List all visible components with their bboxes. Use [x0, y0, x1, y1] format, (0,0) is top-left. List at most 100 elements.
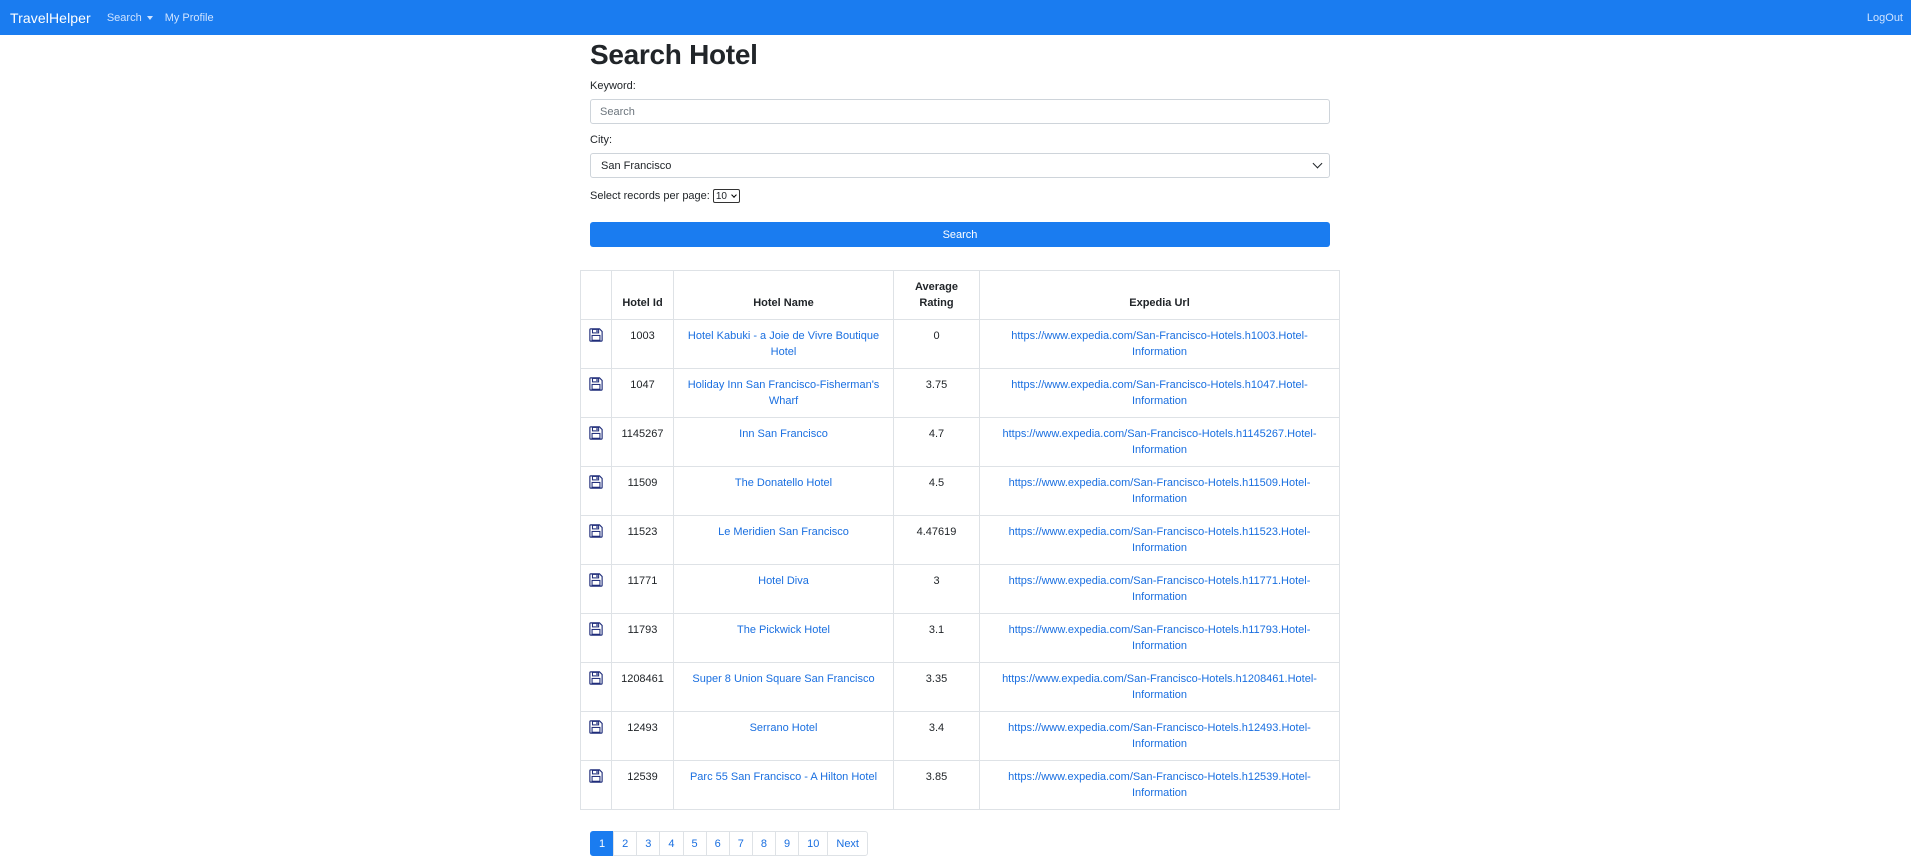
caret-down-icon: [146, 15, 153, 20]
header-save: [580, 270, 612, 320]
hotel-name-link[interactable]: The Pickwick Hotel: [673, 613, 894, 663]
hotel-id-cell: 1145267: [611, 417, 674, 467]
save-cell: [580, 417, 612, 467]
city-label: City:: [590, 134, 612, 146]
page-5-button[interactable]: 5: [682, 831, 707, 856]
save-cell: [580, 613, 612, 663]
table-header-row: Hotel Id Hotel Name Average Rating Exped…: [580, 270, 1340, 320]
hotel-name-link[interactable]: Serrano Hotel: [673, 711, 894, 761]
page-3-button[interactable]: 3: [636, 831, 661, 856]
table-row: 12539 Parc 55 San Francisco - A Hilton Ho…: [580, 760, 1340, 810]
search-form: Search Hotel Keyword: Search City: San F…: [590, 35, 1330, 247]
header-hotel-name: Hotel Name: [673, 270, 894, 320]
expedia-url-link[interactable]: https://www.expedia.com/San-Francisco-Ho…: [979, 319, 1340, 369]
header-expedia-url: Expedia Url: [979, 270, 1340, 320]
page-4-button[interactable]: 4: [659, 831, 684, 856]
table-row: 1047 Holiday Inn San Francisco-Fisherman'…: [580, 368, 1340, 418]
hotel-id-cell: 11523: [611, 515, 674, 565]
save-icon[interactable]: [589, 377, 603, 391]
hotel-name-link[interactable]: Hotel Diva: [673, 564, 894, 614]
page-7-button[interactable]: 7: [728, 831, 753, 856]
average-rating-cell: 3.4: [893, 711, 980, 761]
my-profile-link[interactable]: My Profile: [165, 12, 214, 24]
search-button[interactable]: Search: [590, 222, 1330, 247]
save-icon[interactable]: [589, 622, 603, 636]
records-per-page-select[interactable]: 10: [712, 189, 740, 203]
expedia-url-link[interactable]: https://www.expedia.com/San-Francisco-Ho…: [979, 368, 1340, 418]
save-cell: [580, 368, 612, 418]
page-8-button[interactable]: 8: [751, 831, 776, 856]
expedia-url-link[interactable]: https://www.expedia.com/San-Francisco-Ho…: [979, 613, 1340, 663]
save-cell: [580, 760, 612, 810]
table-row: 11523 Le Meridien San Francisco 4.47619 htt…: [580, 515, 1340, 565]
table-row: 11771 Hotel Diva 3 https://www.expedia.com/…: [580, 564, 1340, 614]
hotel-name-link[interactable]: The Donatello Hotel: [673, 466, 894, 516]
keyword-input[interactable]: Search: [590, 99, 1330, 124]
logout-link[interactable]: LogOut: [1867, 0, 1903, 35]
hotel-name-link[interactable]: Hotel Kabuki - a Joie de Vivre Boutique …: [673, 319, 894, 369]
save-cell: [580, 515, 612, 565]
expedia-url-link[interactable]: https://www.expedia.com/San-Francisco-Ho…: [979, 760, 1340, 810]
save-icon[interactable]: [589, 720, 603, 734]
average-rating-cell: 4.5: [893, 466, 980, 516]
hotel-name-link[interactable]: Parc 55 San Francisco - A Hilton Hotel: [673, 760, 894, 810]
hotel-id-cell: 1003: [611, 319, 674, 369]
page-6-button[interactable]: 6: [705, 831, 730, 856]
hotel-id-cell: 11793: [611, 613, 674, 663]
city-select[interactable]: San Francisco: [590, 153, 1330, 178]
hotel-id-cell: 12493: [611, 711, 674, 761]
table-row: 11509 The Donatello Hotel 4.5 https://www.e…: [580, 466, 1340, 516]
expedia-url-link[interactable]: https://www.expedia.com/San-Francisco-Ho…: [979, 564, 1340, 614]
records-per-page-label: Select records per page:: [590, 190, 710, 202]
hotel-id-cell: 1047: [611, 368, 674, 418]
save-icon[interactable]: [589, 524, 603, 538]
hotel-results-table: Hotel Id Hotel Name Average Rating Exped…: [580, 270, 1340, 810]
average-rating-cell: 4.7: [893, 417, 980, 467]
table-row: 1003 Hotel Kabuki - a Joie de Vivre Bouti…: [580, 319, 1340, 369]
header-hotel-id: Hotel Id: [611, 270, 674, 320]
hotel-id-cell: 11509: [611, 466, 674, 516]
save-icon[interactable]: [589, 573, 603, 587]
average-rating-cell: 3.1: [893, 613, 980, 663]
page-10-button[interactable]: 10: [798, 831, 829, 856]
expedia-url-link[interactable]: https://www.expedia.com/San-Francisco-Ho…: [979, 711, 1340, 761]
city-select-value: San Francisco: [590, 153, 1330, 178]
average-rating-cell: 3.35: [893, 662, 980, 712]
next-page-button[interactable]: Next: [827, 831, 868, 856]
keyword-label: Keyword:: [590, 80, 636, 92]
save-cell: [580, 564, 612, 614]
expedia-url-link[interactable]: https://www.expedia.com/San-Francisco-Ho…: [979, 662, 1340, 712]
expedia-url-link[interactable]: https://www.expedia.com/San-Francisco-Ho…: [979, 515, 1340, 565]
records-per-page: Select records per page: 10: [590, 189, 1330, 203]
hotel-name-link[interactable]: Super 8 Union Square San Francisco: [673, 662, 894, 712]
table-row: 1145267 Inn San Francisco 4.7 https://www.e…: [580, 417, 1340, 467]
hotel-name-link[interactable]: Inn San Francisco: [673, 417, 894, 467]
average-rating-cell: 3: [893, 564, 980, 614]
page-2-button[interactable]: 2: [613, 831, 638, 856]
save-icon[interactable]: [589, 671, 603, 685]
save-cell: [580, 662, 612, 712]
page-9-button[interactable]: 9: [775, 831, 800, 856]
pagination: 1 2 3 4 5 6 7 8 9 10 Next: [590, 831, 868, 856]
chevron-down-icon: [731, 192, 737, 198]
hotel-name-link[interactable]: Holiday Inn San Francisco-Fisherman's Wh…: [673, 368, 894, 418]
header-average-rating-line1: Average: [914, 281, 958, 293]
table-row: 1208461 Super 8 Union Square San Francisc…: [580, 662, 1340, 712]
hotel-id-cell: 1208461: [611, 662, 674, 712]
header-average-rating-line2: Rating: [919, 297, 954, 309]
save-icon[interactable]: [589, 426, 603, 440]
brand-logo[interactable]: TravelHelper: [10, 10, 91, 26]
search-dropdown[interactable]: Search: [107, 12, 153, 24]
page-1-button[interactable]: 1: [590, 831, 615, 856]
expedia-url-link[interactable]: https://www.expedia.com/San-Francisco-Ho…: [979, 466, 1340, 516]
hotel-name-link[interactable]: Le Meridien San Francisco: [673, 515, 894, 565]
page-title: Search Hotel: [590, 39, 758, 70]
save-icon[interactable]: [589, 328, 603, 342]
save-icon[interactable]: [589, 769, 603, 783]
save-icon[interactable]: [589, 475, 603, 489]
table-row: 11793 The Pickwick Hotel 3.1 https://www.ex…: [580, 613, 1340, 663]
search-dropdown-label: Search: [106, 11, 142, 24]
hotel-id-cell: 12539: [611, 760, 674, 810]
expedia-url-link[interactable]: https://www.expedia.com/San-Francisco-Ho…: [979, 417, 1340, 467]
save-cell: [580, 319, 612, 369]
